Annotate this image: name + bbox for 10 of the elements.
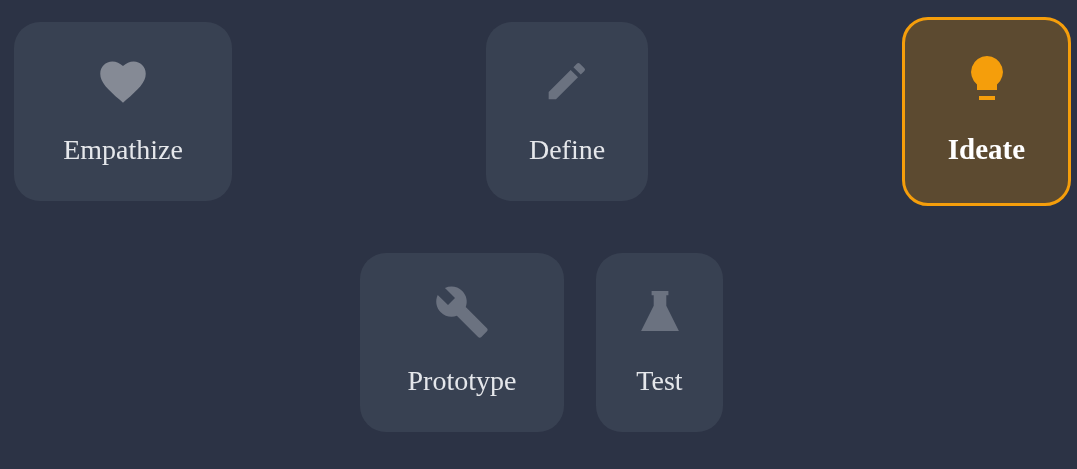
stage-tile[interactable]: Ideate <box>902 17 1071 206</box>
stage-label: Test <box>636 363 683 398</box>
stage-tile[interactable]: Define <box>486 22 648 201</box>
stage-label: Define <box>528 132 606 167</box>
stage-tile[interactable]: Test <box>596 253 723 432</box>
stage-tile[interactable]: Prototype <box>360 253 564 432</box>
stage-tile[interactable]: Empathize <box>14 22 232 201</box>
stage-label: Empathize <box>63 132 183 167</box>
stage-label: Ideate <box>947 131 1026 167</box>
stage-label: Prototype <box>407 363 517 398</box>
